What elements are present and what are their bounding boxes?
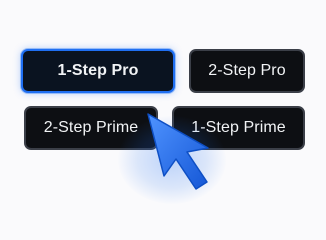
option-2-step-prime[interactable]: 2-Step Prime [24,106,158,150]
option-label: 2-Step Prime [43,119,139,136]
option-1-step-prime[interactable]: 1-Step Prime [172,106,305,150]
option-2-step-pro[interactable]: 2-Step Pro [189,49,305,93]
option-1-step-pro[interactable]: 1-Step Pro [21,49,175,93]
option-label: 2-Step Pro [208,62,286,79]
option-label: 1-Step Prime [191,119,286,136]
option-label: 1-Step Pro [57,62,139,79]
